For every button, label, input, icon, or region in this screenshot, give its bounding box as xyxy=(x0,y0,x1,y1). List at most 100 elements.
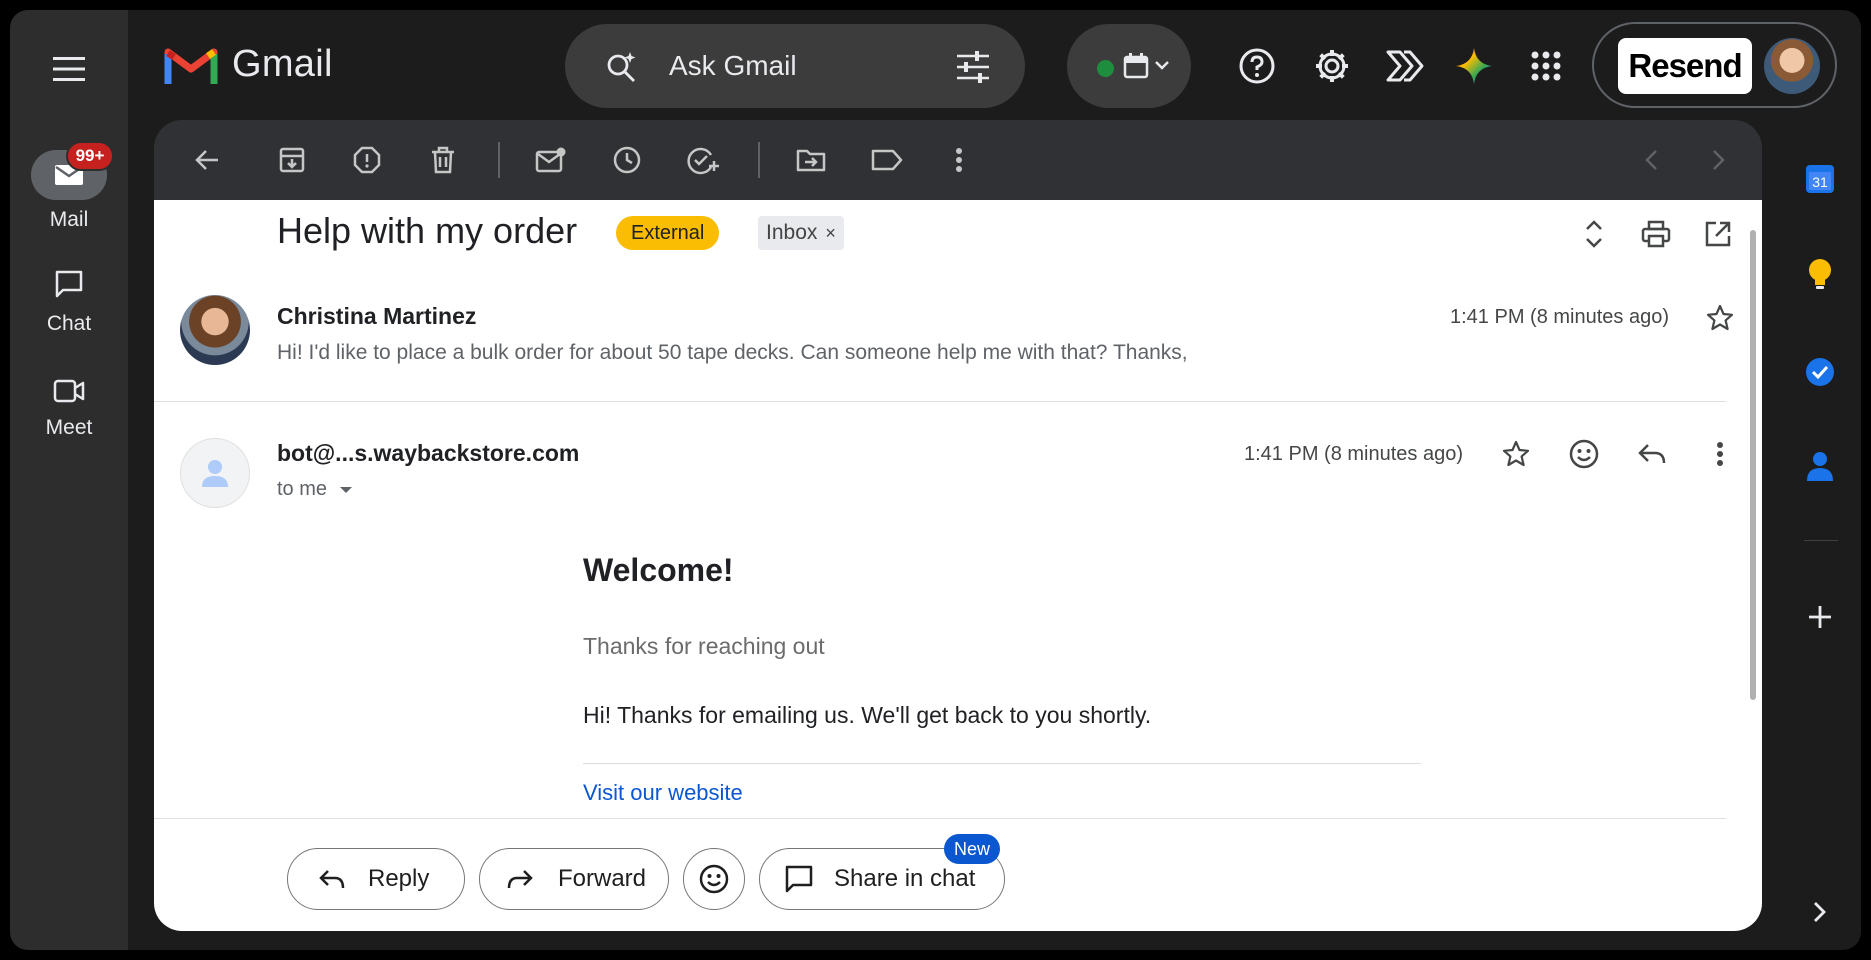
forward-icon xyxy=(507,870,533,889)
apps-button[interactable] xyxy=(1525,45,1567,87)
double-chevron-icon xyxy=(1386,50,1424,82)
account-switcher[interactable]: Resend xyxy=(1592,22,1837,108)
sender-avatar-placeholder xyxy=(180,438,250,508)
snooze-button[interactable] xyxy=(608,141,646,179)
top-bar: Gmail Resend xyxy=(10,10,1861,120)
move-to-button[interactable] xyxy=(792,141,830,179)
left-navigation: 99+ Mail Chat Meet xyxy=(10,10,128,950)
tasks-check-icon xyxy=(1806,358,1834,386)
settings-button[interactable] xyxy=(1311,45,1353,87)
clock-icon xyxy=(613,146,641,174)
print-button[interactable] xyxy=(1638,216,1674,252)
calendar-app-button[interactable]: 31 xyxy=(1799,158,1841,200)
add-reaction-button[interactable] xyxy=(1566,436,1602,472)
newer-button[interactable] xyxy=(1632,141,1670,179)
unread-badge: 99+ xyxy=(66,141,114,171)
email-subject: Help with my order xyxy=(277,210,578,251)
chevron-down-icon xyxy=(1155,61,1169,70)
show-side-panel-button[interactable] xyxy=(1799,891,1841,933)
search-bar[interactable] xyxy=(565,24,1025,108)
move-folder-icon xyxy=(796,149,826,172)
email-body-divider xyxy=(583,763,1421,764)
lightbulb-icon xyxy=(1809,259,1831,289)
trash-icon xyxy=(432,146,454,174)
search-input[interactable] xyxy=(669,46,949,86)
email-body-text: Hi! Thanks for emailing us. We'll get ba… xyxy=(583,702,1152,728)
expand-all-button[interactable] xyxy=(1576,216,1612,252)
chevron-right-icon xyxy=(1814,902,1826,922)
message-time: 1:41 PM (8 minutes ago) xyxy=(1450,306,1669,328)
react-button[interactable] xyxy=(683,848,745,910)
share-in-chat-label: Share in chat xyxy=(834,865,976,892)
sender-email[interactable]: bot@...s.waybackstore.com xyxy=(277,440,579,467)
open-new-window-button[interactable] xyxy=(1700,216,1736,252)
mark-unread-button[interactable] xyxy=(532,141,570,179)
sender-name[interactable]: Christina Martinez xyxy=(277,303,476,330)
forward-button[interactable]: Forward xyxy=(479,848,669,910)
nav-meet-button[interactable]: Meet xyxy=(10,376,128,440)
inbox-label[interactable]: Inbox × xyxy=(758,216,844,250)
contacts-app-button[interactable] xyxy=(1799,445,1841,487)
nav-mail-label[interactable]: Mail xyxy=(10,208,128,232)
video-camera-icon xyxy=(53,379,85,403)
rail-divider xyxy=(1804,540,1838,541)
star-button[interactable] xyxy=(1702,300,1738,336)
get-addons-button[interactable] xyxy=(1799,596,1841,638)
recipient-details[interactable]: to me xyxy=(277,478,353,501)
star-button[interactable] xyxy=(1498,436,1534,472)
calendar-day: 31 xyxy=(1812,174,1828,190)
app-title: Gmail xyxy=(232,43,333,85)
toolbar-divider xyxy=(758,142,760,178)
nav-meet-label: Meet xyxy=(45,416,93,439)
help-button[interactable] xyxy=(1236,45,1278,87)
inbox-label-text: Inbox xyxy=(766,221,818,244)
message-toolbar xyxy=(154,120,1762,200)
report-spam-button[interactable] xyxy=(348,141,386,179)
gemini-button[interactable] xyxy=(1453,45,1495,87)
search-options-icon[interactable] xyxy=(955,50,991,84)
user-avatar[interactable] xyxy=(1764,38,1820,94)
actions-divider xyxy=(154,818,1726,819)
keep-app-button[interactable] xyxy=(1799,253,1841,295)
status-online-dot xyxy=(1097,60,1114,77)
more-options-button[interactable] xyxy=(940,141,978,179)
chevron-right-icon xyxy=(1713,150,1725,170)
unfold-icon xyxy=(1586,220,1602,248)
search-sparkle-icon xyxy=(607,52,636,82)
tasks-app-button[interactable] xyxy=(1799,351,1841,393)
gemini-sparkle-icon xyxy=(1456,48,1492,84)
gmail-logo[interactable]: Gmail xyxy=(164,43,333,86)
reply-label: Reply xyxy=(368,865,430,892)
label-icon xyxy=(871,149,903,171)
scrollbar-thumb[interactable] xyxy=(1750,230,1756,700)
website-link[interactable]: Visit our website xyxy=(583,780,743,806)
labels-button[interactable] xyxy=(868,141,906,179)
person-icon xyxy=(202,460,228,487)
remove-label-icon[interactable]: × xyxy=(825,223,836,244)
toolbar-divider xyxy=(498,142,500,178)
recipient-text: to me xyxy=(277,478,328,500)
gemini-tools-button[interactable] xyxy=(1383,45,1425,87)
message-more-button[interactable] xyxy=(1702,436,1738,472)
delete-button[interactable] xyxy=(424,141,462,179)
reply-icon-button[interactable] xyxy=(1634,436,1670,472)
help-icon xyxy=(1239,48,1275,84)
message-snippet[interactable]: Hi! I'd like to place a bulk order for a… xyxy=(277,341,1188,365)
more-vert-icon xyxy=(956,148,962,172)
status-selector[interactable] xyxy=(1067,24,1191,108)
mark-unread-icon xyxy=(535,147,566,173)
back-button[interactable] xyxy=(188,141,226,179)
gear-icon xyxy=(1316,50,1348,82)
account-brand-logo: Resend xyxy=(1618,38,1752,94)
more-vert-icon xyxy=(1717,442,1723,466)
nav-chat-button[interactable]: Chat xyxy=(10,268,128,336)
archive-button[interactable] xyxy=(273,141,311,179)
add-to-tasks-button[interactable] xyxy=(684,141,722,179)
plus-icon xyxy=(1809,606,1831,628)
message-divider xyxy=(154,401,1726,402)
older-button[interactable] xyxy=(1700,141,1738,179)
reply-button[interactable]: Reply xyxy=(287,848,465,910)
star-icon xyxy=(1502,440,1530,467)
side-panel-rail: 31 xyxy=(1780,120,1860,950)
caret-down-icon xyxy=(340,486,353,493)
